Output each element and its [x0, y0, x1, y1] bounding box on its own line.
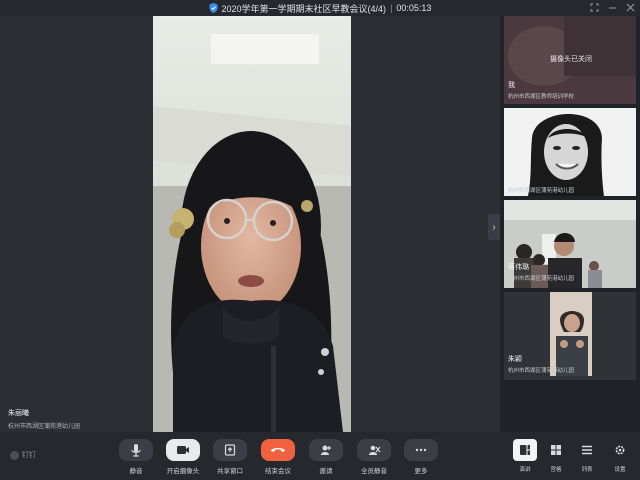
end-meeting-button[interactable]: 结束会议	[257, 439, 299, 475]
speaker-layout-icon	[513, 439, 537, 461]
brand-logo: 钉钉	[10, 450, 36, 460]
speaker-view-label: 演讲	[519, 467, 531, 473]
mute-all-icon	[357, 439, 391, 461]
participant-name: 蒋伟璐	[508, 264, 529, 271]
participant-org: 杭州市西湖区教师培训学校	[508, 94, 575, 100]
close-icon[interactable]	[624, 1, 636, 14]
window-controls	[588, 1, 636, 14]
chevron-right-icon: ›	[492, 221, 496, 233]
more-label: 更多	[414, 468, 428, 475]
mute-all-label: 全员静音	[361, 468, 387, 475]
main-speaker-name: 朱丽曦	[8, 410, 29, 417]
camera-off-status: 摄像头已关闭	[550, 56, 592, 63]
participant-org: 杭州市西湖区蒲苑港幼儿园	[508, 368, 575, 374]
participant-name: 朱颖	[508, 356, 522, 363]
share-window-button[interactable]: 共享窗口	[209, 439, 251, 475]
participant-tile-3[interactable]: 蒋伟璐 杭州市西湖区蒲苑港幼儿园	[504, 200, 636, 288]
mute-label: 静音	[129, 468, 143, 475]
share-screen-icon	[213, 439, 247, 461]
main-stage: 朱丽曦 杭州市西湖区蒲苑港幼儿园 ›	[0, 16, 500, 432]
start-camera-label: 开启摄像头	[166, 468, 200, 475]
meeting-window: 2020学年第一学期期末社区早教会议(4/4) | 00:05:13 朱丽曦 杭…	[0, 0, 640, 480]
microphone-icon	[119, 439, 153, 461]
more-button[interactable]: 更多	[400, 439, 442, 475]
participant-tile-2[interactable]: 杭州市西湖区蒲苑港幼儿园	[504, 108, 636, 196]
title-bar: 2020学年第一学期期末社区早教会议(4/4) | 00:05:13	[0, 0, 640, 16]
security-shield-icon	[208, 3, 218, 13]
meeting-timer: 00:05:13	[396, 3, 432, 13]
gallery-view-button[interactable]: 宫格	[541, 439, 571, 473]
gear-icon	[608, 439, 632, 461]
grid-layout-icon	[544, 439, 568, 461]
participant-panel: 摄像头已关闭 我 杭州市西湖区教师培训学校 杭州市西湖区蒲苑港幼儿园 蒋伟璐 杭…	[500, 16, 640, 432]
more-dots-icon	[404, 439, 438, 461]
speaker-video-frame	[153, 16, 351, 432]
brand-name: 钉钉	[22, 452, 36, 459]
title-separator: |	[390, 3, 393, 13]
settings-label: 设置	[614, 467, 626, 473]
mute-all-button[interactable]: 全员静音	[353, 439, 395, 475]
dingtalk-logo-icon	[10, 450, 19, 460]
meeting-title: 2020学年第一学期期末社区早教会议(4/4)	[221, 3, 387, 14]
main-speaker-video[interactable]	[153, 16, 351, 432]
participant-tile-4[interactable]: 朱颖 杭州市西湖区蒲苑港幼儿园	[504, 292, 636, 380]
list-view-button[interactable]: 列表	[572, 439, 602, 473]
share-window-label: 共享窗口	[217, 468, 243, 475]
participant-name: 我	[508, 82, 515, 89]
bottom-toolbar: 钉钉 静音 开启摄像头 共享窗口 结束会议 邀请 全员静音 更多 演讲 宫格 列…	[0, 432, 640, 480]
invite-label: 邀请	[319, 468, 333, 475]
gallery-view-label: 宫格	[550, 467, 562, 473]
minimize-icon[interactable]	[606, 1, 618, 14]
participant-org: 杭州市西湖区蒲苑港幼儿园	[508, 188, 575, 194]
settings-button[interactable]: 设置	[605, 439, 635, 473]
end-meeting-label: 结束会议	[265, 468, 291, 475]
hang-up-icon	[261, 439, 295, 461]
speaker-view-button[interactable]: 演讲	[510, 439, 540, 473]
add-user-icon	[309, 439, 343, 461]
participant-video-2	[504, 108, 636, 196]
participant-org: 杭州市西湖区蒲苑港幼儿园	[508, 276, 575, 282]
main-speaker-org: 杭州市西湖区蒲苑港幼儿园	[8, 424, 81, 430]
list-view-label: 列表	[581, 467, 593, 473]
collapse-panel-button[interactable]: ›	[488, 214, 500, 240]
mute-button[interactable]: 静音	[115, 439, 157, 475]
list-layout-icon	[575, 439, 599, 461]
start-camera-button[interactable]: 开启摄像头	[162, 439, 204, 475]
fullscreen-icon[interactable]	[588, 1, 600, 14]
invite-button[interactable]: 邀请	[305, 439, 347, 475]
participant-tile-self[interactable]: 摄像头已关闭 我 杭州市西湖区教师培训学校	[504, 16, 636, 104]
camera-icon	[166, 439, 200, 461]
